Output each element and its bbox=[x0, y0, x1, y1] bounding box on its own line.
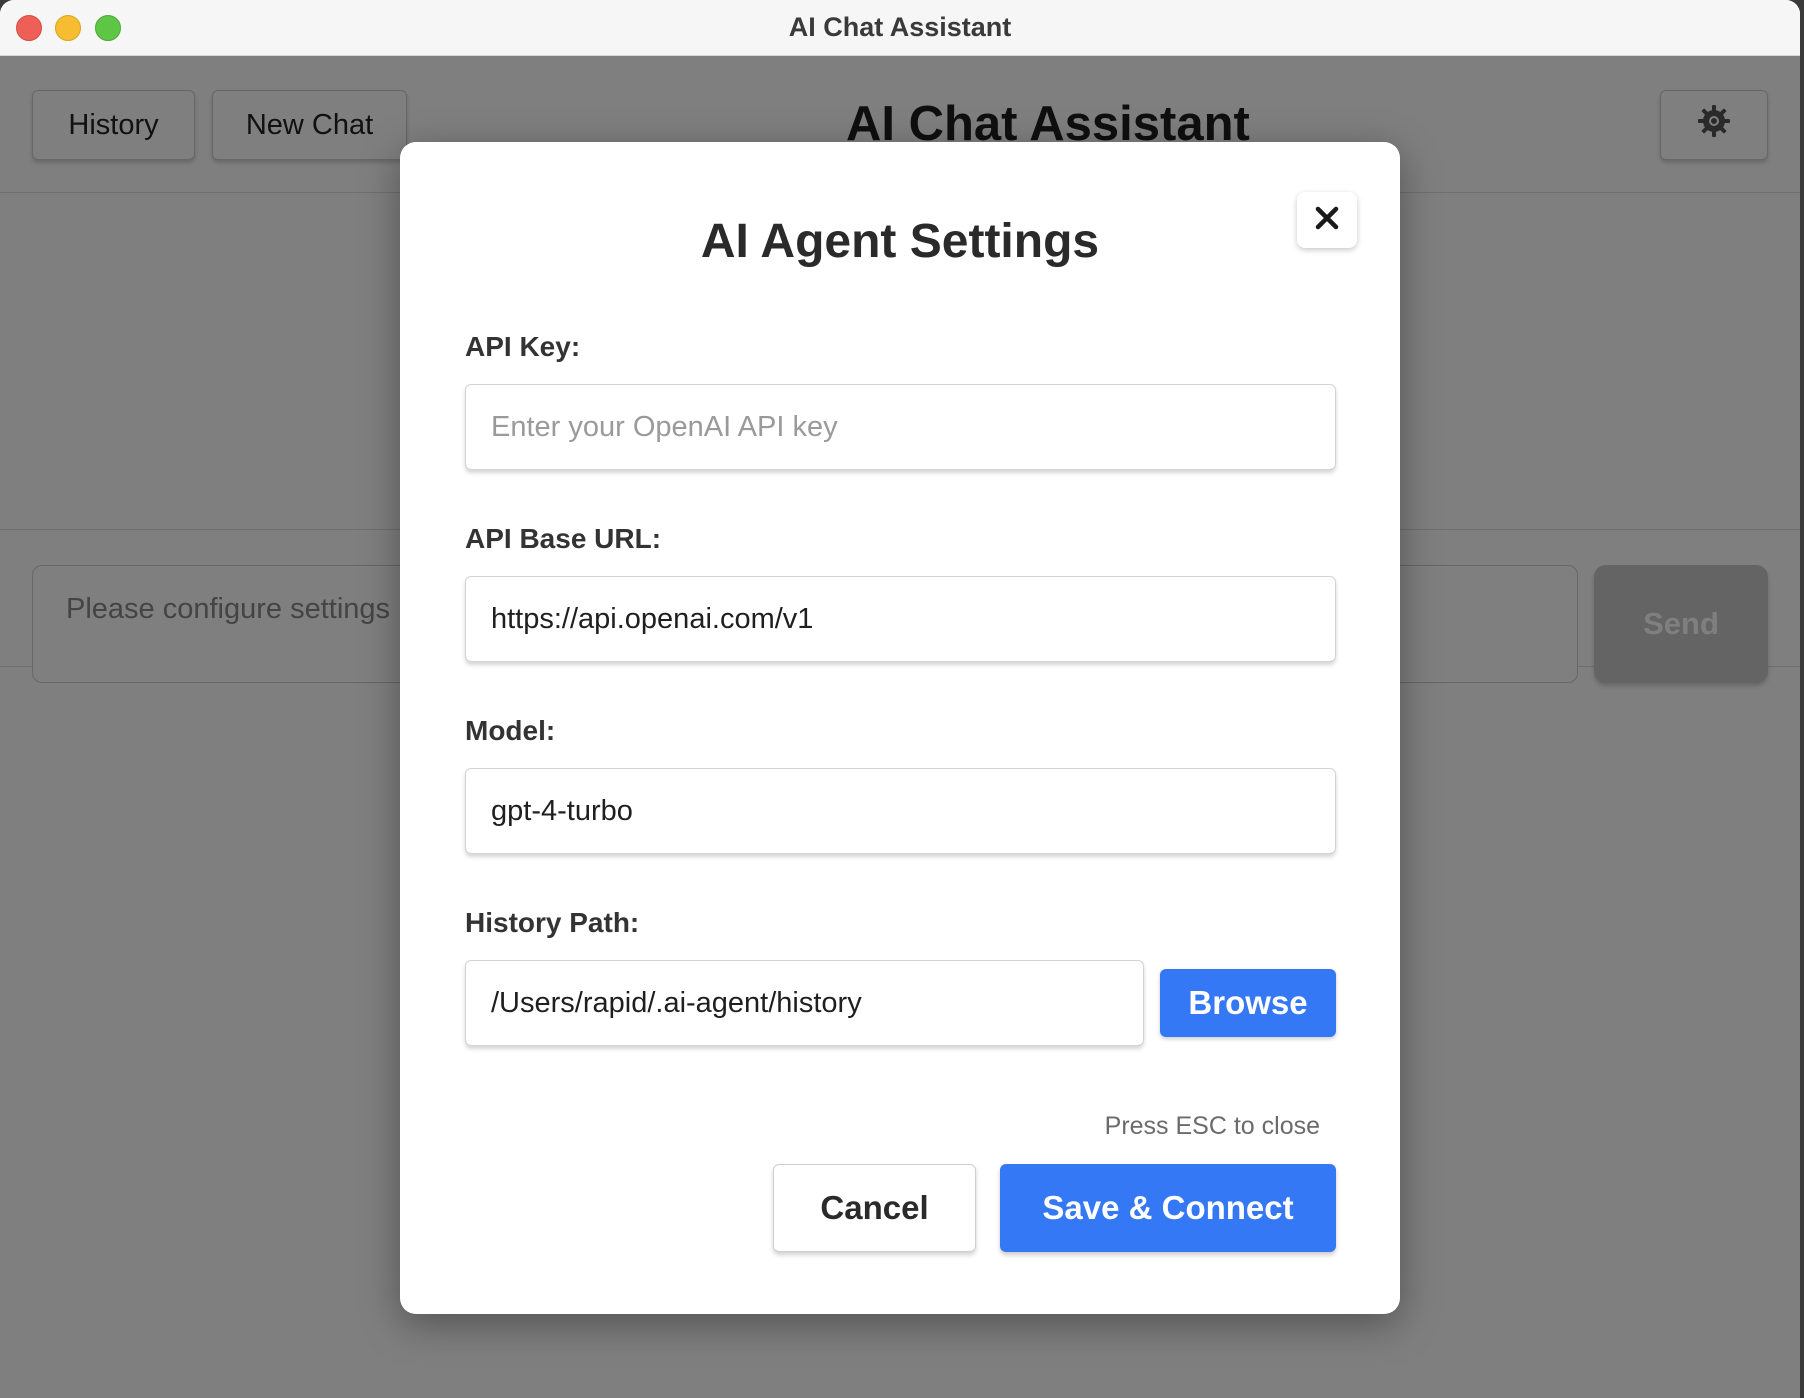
api-base-url-label: API Base URL: bbox=[465, 523, 662, 554]
window-title: AI Chat Assistant bbox=[788, 12, 1012, 42]
browse-button[interactable]: Browse bbox=[1160, 969, 1336, 1037]
api-key-label: API Key: bbox=[465, 331, 581, 362]
settings-modal: AI Agent Settings API Key: API Base URL:… bbox=[400, 142, 1400, 1314]
history-path-label: History Path: bbox=[465, 907, 640, 938]
app-window: AI Chat Assistant History New Chat AI Ch… bbox=[0, 0, 1800, 1398]
api-key-input[interactable] bbox=[465, 384, 1336, 470]
api-base-url-input[interactable] bbox=[465, 576, 1336, 662]
history-path-input[interactable] bbox=[465, 960, 1144, 1046]
modal-title: AI Agent Settings bbox=[700, 215, 1100, 268]
model-label: Model: bbox=[465, 715, 556, 746]
save-connect-button[interactable]: Save & Connect bbox=[1000, 1164, 1336, 1252]
title-bar: AI Chat Assistant bbox=[0, 0, 1800, 56]
model-input[interactable] bbox=[465, 768, 1336, 854]
esc-hint: Press ESC to close bbox=[1104, 1112, 1320, 1140]
cancel-button[interactable]: Cancel bbox=[773, 1164, 976, 1252]
